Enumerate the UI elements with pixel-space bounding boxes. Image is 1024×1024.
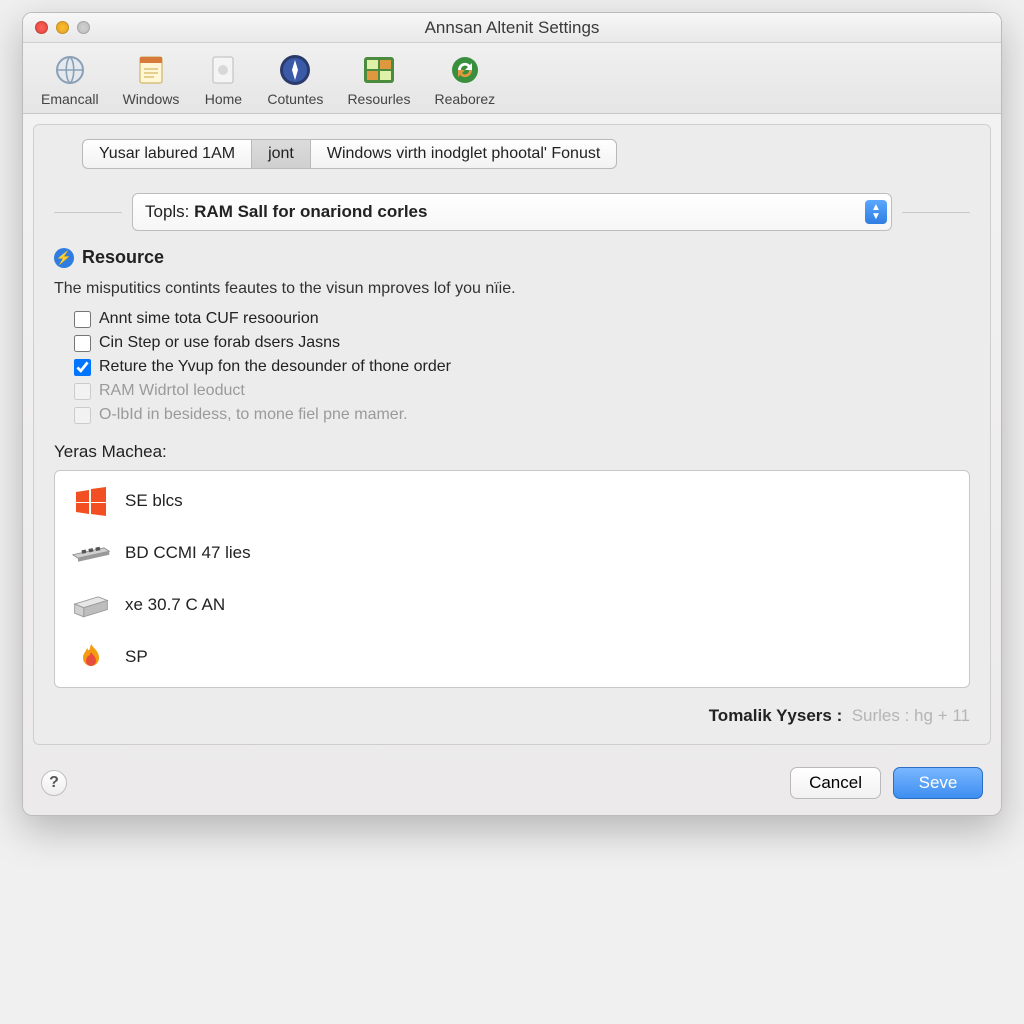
checkbox-cinstep[interactable]: Cin Step or use forab dsers Jasns	[74, 334, 970, 352]
checkbox-label: Annt sime tota CUF resoourion	[99, 310, 319, 328]
flame-icon	[71, 641, 111, 673]
bottom-bar: ? Cancel Seve	[23, 755, 1001, 815]
settings-window: Annsan Altenit Settings Emancall Windows…	[22, 12, 1002, 816]
dashboard-icon	[359, 51, 399, 89]
toolbar-item-emancall[interactable]: Emancall	[41, 51, 99, 107]
globe-icon	[50, 51, 90, 89]
notepad-icon	[131, 51, 171, 89]
tab-windows-virth[interactable]: Windows virth inodglet phootal' Fonust	[310, 139, 617, 169]
machines-list: SE blcs BD CCMI 47 lies xe 30.7 C AN SP	[54, 470, 970, 688]
stepper-icon[interactable]: ▲▼	[865, 200, 887, 224]
summary-line: Tomalik Yysers : Surles : hg + 11	[54, 706, 970, 726]
toolbar-label: Windows	[123, 91, 180, 107]
checkbox-label: Reture the Yvup fon the desounder of tho…	[99, 358, 451, 376]
popup-row: Topls: RAM Sall for onariond corles ▲▼	[54, 193, 970, 231]
toolbar-label: Emancall	[41, 91, 99, 107]
section-heading: ⚡ Resource	[54, 247, 970, 268]
section-description: The misputitics contints feautes to the …	[54, 280, 970, 298]
titlebar: Annsan Altenit Settings	[23, 13, 1001, 43]
popup-text: Topls: RAM Sall for onariond corles	[145, 202, 427, 222]
topls-popup[interactable]: Topls: RAM Sall for onariond corles ▲▼	[132, 193, 892, 231]
toolbar-item-home[interactable]: Home	[203, 51, 243, 107]
toolbar-label: Reaborez	[434, 91, 495, 107]
tab-jont[interactable]: jont	[251, 139, 311, 169]
package-icon	[71, 589, 111, 621]
checkbox-reture[interactable]: Reture the Yvup fon the desounder of tho…	[74, 358, 970, 376]
checkbox-group: Annt sime tota CUF resoourion Cin Step o…	[74, 310, 970, 424]
help-button[interactable]: ?	[41, 770, 67, 796]
summary-label: Tomalik Yysers :	[709, 706, 843, 725]
checkbox-label: RAM Widrtol leoduct	[99, 382, 245, 400]
compass-icon	[275, 51, 315, 89]
checkbox-label: Cin Step or use forab dsers Jasns	[99, 334, 340, 352]
checkbox-input	[74, 407, 91, 424]
checkbox-ram: RAM Widrtol leoduct	[74, 382, 970, 400]
list-item-label: xe 30.7 C AN	[125, 595, 225, 615]
toolbar-label: Cotuntes	[267, 91, 323, 107]
checkbox-input	[74, 383, 91, 400]
list-item[interactable]: BD CCMI 47 lies	[55, 527, 969, 579]
list-item[interactable]: SE blcs	[55, 475, 969, 527]
content-panel: Yusar labured 1AM jont Windows virth ino…	[33, 124, 991, 745]
bolt-icon: ⚡	[54, 248, 74, 268]
window-title: Annsan Altenit Settings	[23, 18, 1001, 38]
list-item-label: BD CCMI 47 lies	[125, 543, 251, 563]
toolbar-label: Resourles	[347, 91, 410, 107]
sync-icon	[445, 51, 485, 89]
document-icon	[203, 51, 243, 89]
toolbar-item-cotuntes[interactable]: Cotuntes	[267, 51, 323, 107]
toolbar: Emancall Windows Home Cotuntes Resourles	[23, 43, 1001, 114]
windows-icon	[71, 485, 111, 517]
toolbar-item-windows[interactable]: Windows	[123, 51, 180, 107]
segmented-tabs: Yusar labured 1AM jont Windows virth ino…	[82, 139, 970, 169]
checkbox-olbid: O-lbId in besidess, to mone fiel pne mam…	[74, 406, 970, 424]
ram-icon	[71, 537, 111, 569]
checkbox-input[interactable]	[74, 335, 91, 352]
action-buttons: Cancel Seve	[790, 767, 983, 799]
list-item-label: SP	[125, 647, 148, 667]
section-title-text: Resource	[82, 247, 164, 268]
cancel-button[interactable]: Cancel	[790, 767, 881, 799]
summary-value: Surles : hg + 11	[852, 706, 970, 725]
toolbar-item-resourles[interactable]: Resourles	[347, 51, 410, 107]
checkbox-input[interactable]	[74, 311, 91, 328]
checkbox-cuf[interactable]: Annt sime tota CUF resoourion	[74, 310, 970, 328]
save-button[interactable]: Seve	[893, 767, 983, 799]
checkbox-label: O-lbId in besidess, to mone fiel pne mam…	[99, 406, 408, 424]
list-item[interactable]: xe 30.7 C AN	[55, 579, 969, 631]
list-heading: Yeras Machea:	[54, 442, 970, 462]
list-item-label: SE blcs	[125, 491, 183, 511]
toolbar-item-reaborez[interactable]: Reaborez	[434, 51, 495, 107]
toolbar-label: Home	[205, 91, 242, 107]
tab-yusar[interactable]: Yusar labured 1AM	[82, 139, 252, 169]
list-item[interactable]: SP	[55, 631, 969, 683]
checkbox-input[interactable]	[74, 359, 91, 376]
